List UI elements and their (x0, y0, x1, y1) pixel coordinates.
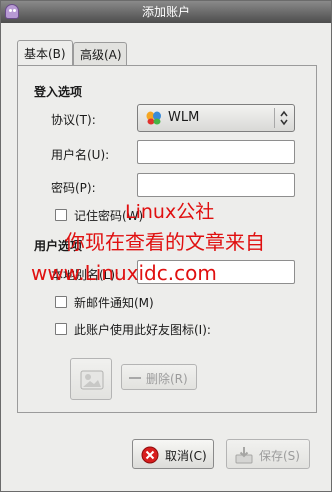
msn-butterfly-icon (146, 111, 161, 125)
password-field[interactable] (137, 173, 295, 197)
title-bar: 添加账户 (1, 1, 331, 23)
image-placeholder-icon (80, 370, 104, 390)
protocol-value: WLM (168, 110, 200, 125)
username-label: 用户名(U): (51, 148, 110, 162)
remember-password-checkbox[interactable] (55, 209, 67, 221)
buddy-icon-label[interactable]: 此账户使用此好友图标(I): (74, 321, 211, 338)
save-icon (235, 447, 253, 464)
watermark-line-2: 你现在查看的文章来自 (65, 230, 265, 254)
buddy-icon-button[interactable] (70, 358, 112, 400)
pidgin-app-icon[interactable] (5, 4, 19, 19)
cancel-button[interactable]: 取消(C) (132, 439, 214, 469)
remove-icon-button[interactable]: 删除(R) (121, 364, 197, 390)
cancel-icon (141, 446, 159, 464)
new-mail-checkbox[interactable] (55, 296, 67, 308)
combo-separator (274, 108, 275, 128)
buddy-icon-checkbox[interactable] (55, 323, 67, 335)
add-account-dialog: 添加账户 基本(B) 高级(A) 登入选项 协议(T): WLM 用户名(U): (0, 0, 332, 492)
watermark-line-3: www.Linuxidc.com (31, 261, 217, 285)
remove-label: 删除(R) (146, 372, 188, 386)
username-field[interactable] (137, 140, 295, 164)
window-title: 添加账户 (141, 5, 190, 19)
login-options-heading: 登入选项 (34, 85, 83, 99)
new-mail-label[interactable]: 新邮件通知(M) (74, 294, 154, 311)
tab-basic[interactable]: 基本(B) (17, 40, 73, 66)
save-button[interactable]: 保存(S) (226, 439, 310, 469)
protocol-label: 协议(T): (51, 113, 96, 127)
combo-arrows-icon (280, 110, 288, 126)
password-label: 密码(P): (51, 181, 96, 195)
protocol-combo[interactable]: WLM (137, 104, 295, 132)
tab-advanced[interactable]: 高级(A) (73, 42, 127, 66)
watermark-line-1: Linux公社 (125, 201, 215, 223)
save-label: 保存(S) (259, 449, 300, 463)
minus-icon (129, 377, 141, 379)
cancel-label: 取消(C) (165, 449, 207, 463)
